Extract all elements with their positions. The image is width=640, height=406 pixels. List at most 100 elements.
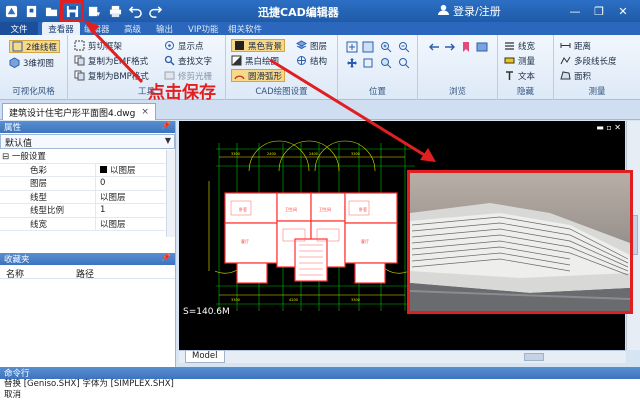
distance-icon bbox=[560, 40, 571, 51]
undo-icon[interactable] bbox=[126, 2, 144, 20]
clip-frame-button[interactable]: 剪切框架 bbox=[74, 39, 122, 52]
group-title: 位置 bbox=[368, 87, 386, 97]
wireframe-2d-button[interactable]: 2维线框 bbox=[9, 40, 60, 53]
bookmark-icon[interactable] bbox=[460, 41, 472, 53]
command-output[interactable]: 替换 [Geniso.SHX] 字体为 [SIMPLEX.SHX] 取消 bbox=[0, 379, 640, 406]
zoom-extents-icon[interactable] bbox=[346, 41, 358, 53]
zoom-realtime-icon[interactable] bbox=[398, 57, 410, 69]
property-group[interactable]: ⊟ 一般设置 bbox=[0, 150, 175, 164]
ribbon-tab-bar: 文件 查看器 编辑器 高级 输出 VIP功能 相关软件 bbox=[0, 22, 640, 35]
app-logo-icon[interactable] bbox=[2, 2, 20, 20]
tab-related-software[interactable]: 相关软件 bbox=[228, 22, 262, 35]
command-line-header: 命令行 bbox=[0, 367, 640, 379]
distance-button[interactable]: 距离 bbox=[560, 39, 591, 52]
zoom-out-icon[interactable] bbox=[398, 41, 410, 53]
close-icon[interactable]: ✕ bbox=[614, 2, 632, 20]
layers-icon bbox=[295, 40, 308, 51]
bookmark-add-icon[interactable] bbox=[476, 41, 488, 53]
point-icon bbox=[164, 40, 175, 51]
group-hide: 线宽 测量 文本 隐藏 bbox=[498, 35, 554, 100]
property-row[interactable]: 线宽 以图层 bbox=[0, 217, 175, 231]
scroll-thumb[interactable] bbox=[524, 353, 544, 361]
newspaper-photo bbox=[407, 170, 633, 314]
properties-header: 属性 📌 bbox=[0, 121, 175, 133]
close-icon[interactable]: × bbox=[141, 107, 149, 117]
title-bar: 迅捷CAD编辑器 登录/注册 — ❐ ✕ bbox=[0, 0, 640, 22]
zoom-window-icon[interactable] bbox=[362, 41, 374, 53]
tab-file[interactable]: 文件 bbox=[0, 22, 38, 35]
find-text-button[interactable]: 查找文字 bbox=[164, 54, 212, 67]
arrow-right-icon[interactable] bbox=[444, 41, 456, 53]
group-cad-settings: 黑色背景 黑白绘图 圆滑弧形 图层 结构 CAD绘图设置 bbox=[226, 35, 338, 100]
svg-text:客厅: 客厅 bbox=[361, 238, 369, 244]
save-as-icon[interactable] bbox=[85, 2, 103, 20]
properties-scrollbar[interactable] bbox=[166, 150, 175, 237]
show-points-button[interactable]: 显示点 bbox=[164, 39, 204, 52]
property-row[interactable]: 色彩 以图层 bbox=[0, 163, 175, 177]
model-tab[interactable]: Model bbox=[185, 351, 225, 363]
svg-text:2400: 2400 bbox=[309, 152, 318, 156]
print-icon[interactable] bbox=[106, 2, 124, 20]
favorites-columns: 名称 路径 bbox=[0, 265, 175, 280]
zoom-in-icon[interactable] bbox=[380, 41, 392, 53]
arrow-left-icon[interactable] bbox=[428, 41, 440, 53]
polyline-icon bbox=[560, 55, 571, 66]
text-toggle[interactable]: 文本 bbox=[504, 69, 535, 82]
column-name[interactable]: 名称 bbox=[0, 265, 30, 280]
user-icon bbox=[438, 4, 449, 18]
smooth-arc-button[interactable]: 圆滑弧形 bbox=[231, 69, 286, 82]
pan-icon[interactable] bbox=[346, 57, 358, 69]
lineweight-toggle[interactable]: 线宽 bbox=[504, 39, 535, 52]
copy-bmp-button[interactable]: 复制为BMP格式 bbox=[74, 69, 149, 82]
login-link[interactable]: 登录/注册 bbox=[438, 3, 501, 19]
polyline-length-button[interactable]: 多段线长度 bbox=[560, 54, 617, 67]
pin-icon[interactable]: 📌 bbox=[161, 253, 171, 262]
measure-toggle[interactable]: 测量 bbox=[504, 54, 535, 67]
fit-icon[interactable] bbox=[362, 57, 374, 69]
tab-vip[interactable]: VIP功能 bbox=[188, 22, 218, 35]
view-3d-button[interactable]: 3维视图 bbox=[9, 56, 54, 69]
property-row[interactable]: 图层 0 bbox=[0, 177, 175, 191]
property-row[interactable]: 线型比例 1 bbox=[0, 204, 175, 218]
copy-emf-button[interactable]: 复制为EMF格式 bbox=[74, 54, 148, 67]
group-visual-style: 2维线框 3维视图 可视化风格 bbox=[0, 35, 68, 100]
annotation-text: 点击保存 bbox=[148, 83, 216, 103]
arc-icon bbox=[234, 70, 245, 81]
text-icon bbox=[504, 70, 515, 81]
minimize-icon[interactable]: — bbox=[566, 2, 584, 20]
tab-output[interactable]: 输出 bbox=[156, 22, 173, 35]
document-tab-label: 建筑设计住宅户形平面图4.dwg bbox=[9, 108, 136, 119]
black-white-button[interactable]: 黑白绘图 bbox=[231, 54, 279, 67]
group-title: 测量 bbox=[588, 87, 606, 97]
zoom-previous-icon[interactable] bbox=[380, 57, 392, 69]
property-row[interactable]: 线型 以图层 bbox=[0, 190, 175, 204]
tab-viewer[interactable]: 查看器 bbox=[42, 22, 80, 35]
svg-text:卧室: 卧室 bbox=[359, 206, 367, 212]
horizontal-scrollbar[interactable]: Model bbox=[179, 350, 626, 363]
lineweight-icon bbox=[504, 40, 515, 51]
command-line: 替换 [Geniso.SHX] 字体为 [SIMPLEX.SHX] bbox=[4, 379, 174, 389]
canvas-window-controls[interactable]: ▬ ▫ ✕ bbox=[596, 123, 621, 132]
column-path[interactable]: 路径 bbox=[70, 265, 100, 280]
new-file-icon[interactable] bbox=[22, 2, 40, 20]
black-background-button[interactable]: 黑色背景 bbox=[231, 39, 286, 52]
document-tab[interactable]: 建筑设计住宅户形平面图4.dwg × bbox=[2, 103, 156, 120]
pin-icon[interactable]: 📌 bbox=[161, 121, 171, 130]
tab-advanced[interactable]: 高级 bbox=[124, 22, 141, 35]
open-folder-icon[interactable] bbox=[42, 2, 60, 20]
favorites-header: 收藏夹 📌 bbox=[0, 253, 175, 265]
copy-icon bbox=[74, 55, 85, 66]
group-title: CAD绘图设置 bbox=[255, 87, 308, 97]
background-icon bbox=[234, 40, 245, 51]
layers-button[interactable]: 图层 bbox=[295, 39, 327, 52]
tab-editor[interactable]: 编辑器 bbox=[84, 22, 110, 35]
ruler-icon bbox=[504, 55, 515, 66]
redo-icon[interactable] bbox=[146, 2, 164, 20]
document-tab-bar: 建筑设计住宅户形平面图4.dwg × bbox=[0, 100, 640, 120]
structure-button[interactable]: 结构 bbox=[296, 54, 327, 67]
svg-text:3300: 3300 bbox=[351, 152, 360, 156]
area-button[interactable]: 面积 bbox=[560, 69, 591, 82]
restore-icon[interactable]: ❐ bbox=[590, 2, 608, 20]
command-line: 取消 bbox=[4, 390, 22, 400]
properties-dropdown[interactable]: 默认值 ▼ bbox=[0, 134, 175, 149]
